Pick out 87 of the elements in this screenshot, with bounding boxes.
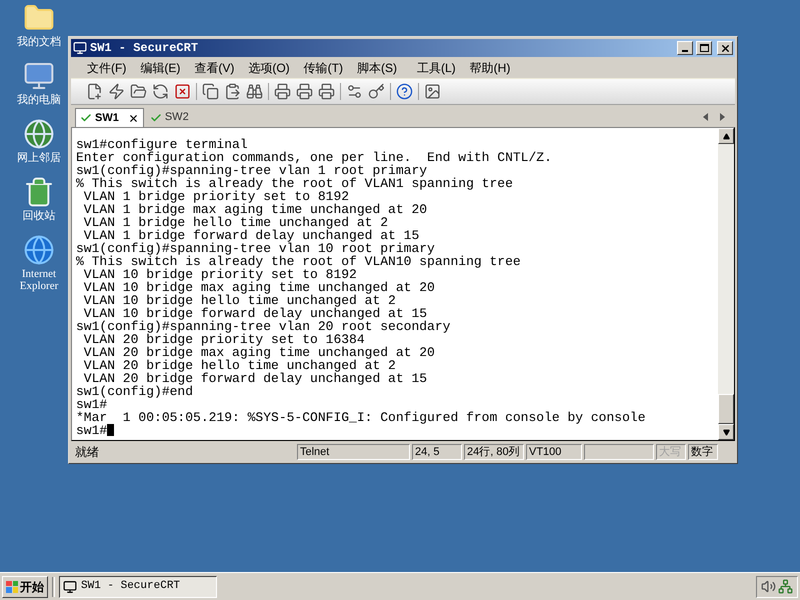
globe-icon[interactable] — [23, 234, 55, 266]
scroll-down-button[interactable] — [718, 424, 734, 440]
menu-item[interactable]: 编辑(E) — [134, 58, 186, 76]
menu-item[interactable]: 工具(L) — [410, 58, 462, 76]
up-arrow-icon — [722, 132, 730, 140]
status-text: Telnet — [297, 444, 410, 460]
menu-item[interactable]: 传输(T) — [298, 58, 349, 76]
scrollbar[interactable] — [718, 128, 734, 440]
terminal-line: VLAN 1 bridge hello time unchanged at 2 — [82, 216, 388, 229]
network-icon[interactable] — [778, 579, 793, 594]
terminal-line: VLAN 10 bridge hello time unchanged at 2 — [82, 294, 396, 307]
close-icon — [720, 42, 730, 54]
status-message: 就绪 — [74, 444, 100, 461]
desktop-icon-label[interactable]: 我的文档 — [17, 36, 61, 48]
app-icon — [63, 580, 77, 594]
terminal-line: sw1#configure terminal — [76, 138, 248, 151]
maximize-button[interactable] — [696, 41, 712, 55]
terminal-line: *Mar 1 00:05:05.219: %SYS-5-CONFIG_I: Configured from console by console — [76, 411, 646, 424]
printer-icon[interactable] — [274, 83, 291, 100]
terminal-line: VLAN 20 bridge priority set to 16384 — [84, 333, 365, 346]
terminal-line: sw1(config)#spanning-tree vlan 10 root primary — [76, 242, 435, 255]
check-icon — [150, 112, 162, 124]
menu-item[interactable]: 文件(F) — [81, 58, 132, 76]
menu-item[interactable]: 选项(O) — [242, 58, 296, 76]
terminal-line: % This switch is already the root of VLAN10 spanning tree — [76, 255, 521, 268]
session-tab[interactable]: SW2 — [146, 108, 199, 127]
help-icon[interactable] — [396, 83, 413, 100]
scroll-thumb[interactable] — [718, 394, 734, 424]
terminal-line: VLAN 10 bridge priority set to 8192 — [82, 268, 357, 281]
check-icon — [80, 112, 92, 124]
network-globe-icon[interactable] — [23, 118, 55, 150]
terminal-line: VLAN 1 bridge priority set to 8192 — [82, 190, 350, 203]
terminal-line: VLAN 1 bridge max aging time unchanged at 20 — [82, 203, 428, 216]
recycle-bin-icon[interactable] — [23, 176, 55, 208]
down-arrow-icon — [722, 428, 730, 436]
menu-item[interactable]: 脚本(S) — [350, 58, 403, 76]
taskbar-window-button[interactable]: SW1 - SecureCRT — [59, 576, 217, 598]
key-icon[interactable] — [368, 83, 385, 100]
terminal-line: sw1(config)#spanning-tree vlan 1 root primary — [76, 164, 428, 177]
image-icon[interactable] — [424, 83, 441, 100]
app-icon — [73, 41, 87, 55]
scroll-left-icon[interactable] — [703, 113, 708, 121]
terminal-line: VLAN 10 bridge max aging time unchanged at 20 — [82, 281, 435, 294]
terminal-line: VLAN 20 bridge hello time unchanged at 2 — [82, 359, 396, 372]
scroll-up-button[interactable] — [718, 128, 734, 144]
menu-item[interactable]: 帮助(H) — [464, 58, 516, 76]
status-text: VT100 — [526, 444, 582, 460]
terminal-line: sw1(config)#spanning-tree vlan 20 root secondary — [76, 320, 450, 333]
speaker-icon[interactable] — [761, 579, 776, 594]
binoculars-icon[interactable] — [246, 83, 263, 100]
lightning-icon[interactable] — [108, 83, 125, 100]
printer-icon[interactable] — [318, 83, 335, 100]
printer-icon[interactable] — [296, 83, 313, 100]
terminal-line: sw1# — [76, 398, 108, 411]
terminal-line: % This switch is already the root of VLAN1 spanning tree — [76, 177, 513, 190]
paste-icon[interactable] — [224, 83, 241, 100]
desktop-icon-label[interactable]: 网上邻居 — [17, 152, 61, 164]
terminal-line: VLAN 10 bridge forward delay unchanged at 15 — [84, 307, 428, 320]
desktop-icon-label[interactable]: 回收站 — [22, 210, 56, 222]
close-icon[interactable] — [128, 112, 139, 124]
status-text: 数字 — [688, 444, 718, 460]
status-panel — [584, 444, 654, 460]
windows-logo-icon — [6, 580, 18, 592]
maximize-icon — [700, 44, 708, 52]
terminal-line: VLAN 1 bridge forward delay unchanged at 15 — [84, 229, 420, 242]
minimize-button[interactable] — [677, 41, 693, 55]
minimize-icon — [682, 50, 688, 52]
terminal-line: VLAN 20 bridge max aging time unchanged at 20 — [82, 346, 435, 359]
desktop-icon-label[interactable]: 我的电脑 — [17, 94, 61, 106]
session-tab[interactable]: SW1 — [75, 108, 144, 127]
window-title: SW1 - SecureCRT — [90, 40, 198, 57]
desktop-icon-label[interactable]: Internet Explorer — [13, 268, 65, 292]
terminal-line: VLAN 20 bridge forward delay unchanged at 15 — [84, 372, 428, 385]
settings-icon[interactable] — [346, 83, 363, 100]
computer-icon[interactable] — [23, 60, 55, 92]
scroll-right-icon[interactable] — [720, 113, 725, 121]
folder-icon[interactable] — [130, 83, 147, 100]
terminal-line: Enter configuration commands, one per line. End with CNTL/Z. — [76, 151, 552, 164]
start-button[interactable]: 开始 — [2, 576, 48, 598]
status-text: 24, 5 — [412, 444, 462, 460]
close-button[interactable] — [717, 41, 733, 55]
text-cursor — [107, 424, 114, 436]
terminal-line: sw1(config)#end — [76, 385, 194, 398]
status-text: 24行, 80列 — [464, 444, 524, 460]
copy-icon[interactable] — [202, 83, 219, 100]
terminal-line: sw1# — [76, 424, 108, 437]
menu-item[interactable]: 查看(V) — [188, 58, 240, 76]
